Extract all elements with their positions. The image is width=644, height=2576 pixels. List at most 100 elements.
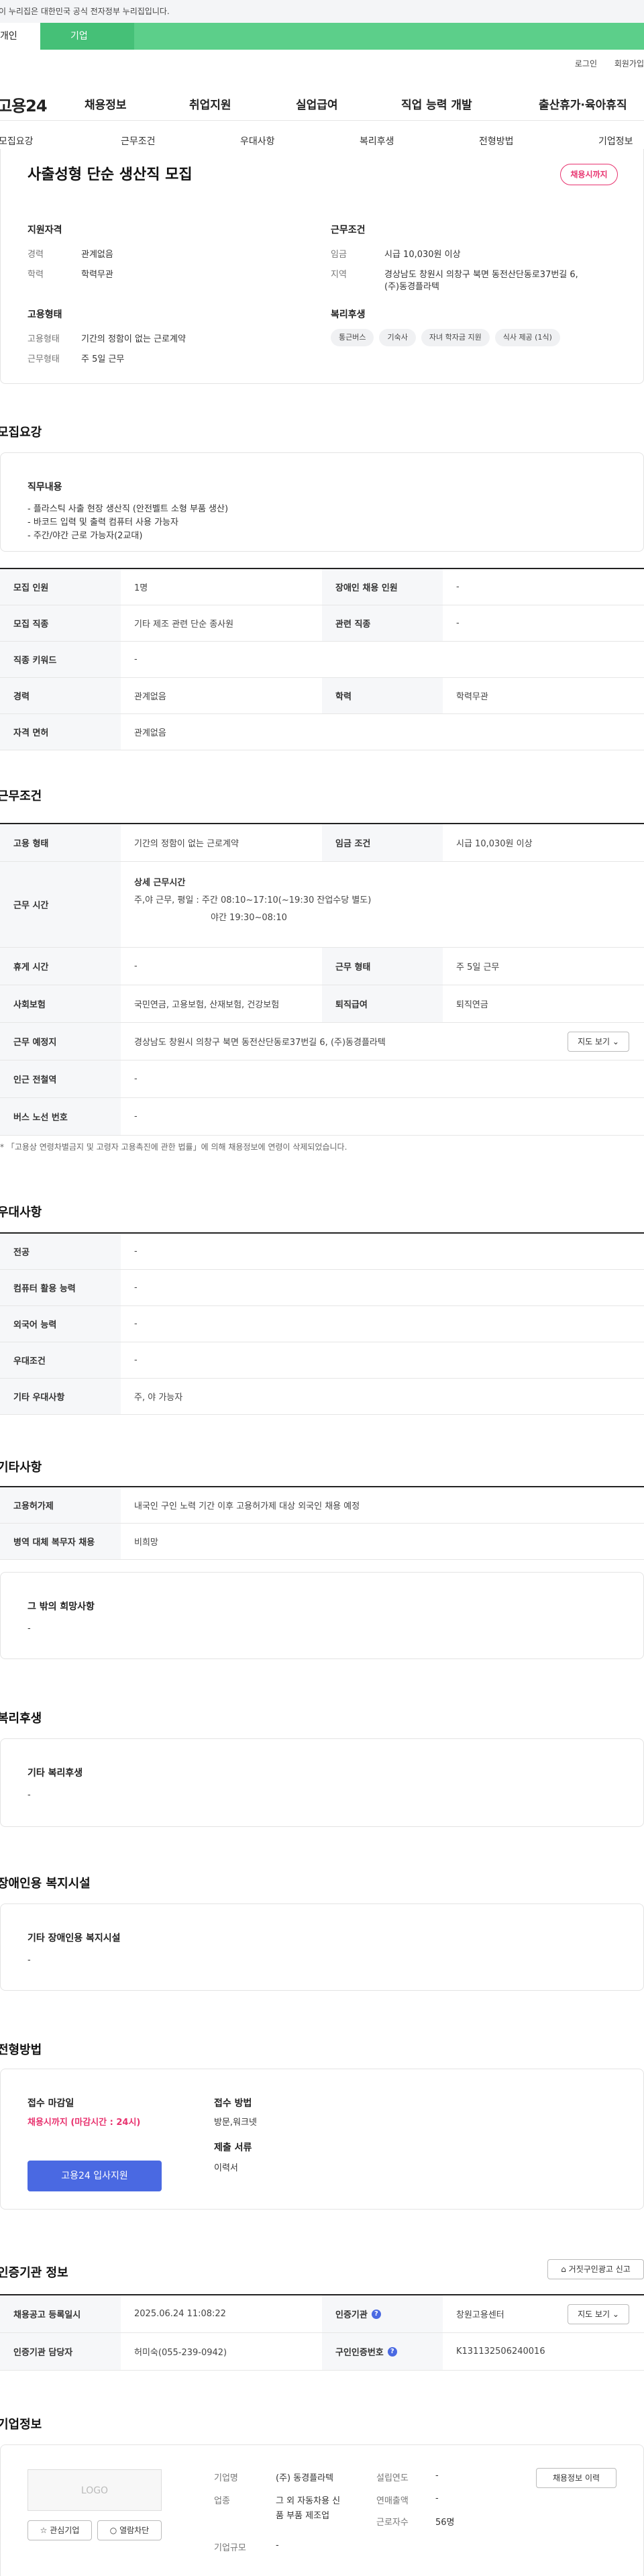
- table-row: 병역 대체 복무자 채용 비희망: [0, 1524, 644, 1560]
- apply-button[interactable]: 고용24 입사지원: [28, 2161, 162, 2191]
- company-logo: LOGO: [28, 2469, 162, 2511]
- deadline-heading: 접수 마감일: [28, 2098, 74, 2109]
- other-wishes-value: -: [28, 1624, 31, 1634]
- gnb-employment-support[interactable]: 취업지원: [189, 95, 231, 112]
- table-row: 모집 직종 기타 제조 관련 단순 종사원 관련 직종 -: [0, 605, 644, 642]
- employee-count: 56명: [435, 2518, 455, 2528]
- tab-company[interactable]: 기업: [40, 23, 134, 50]
- favorite-label: 관심기업: [50, 2526, 80, 2535]
- conditions-heading: 근무조건: [331, 225, 366, 236]
- signup-link[interactable]: 회원가입: [614, 59, 644, 68]
- cell-value: 관계없음: [134, 728, 166, 738]
- welfare-box-value: -: [28, 1790, 31, 1800]
- login-link[interactable]: 로그인: [575, 59, 597, 68]
- gov-notice-text: 이 누리집은 대한민국 공식 전자정부 누리집입니다.: [0, 7, 170, 16]
- cell-value: -: [134, 1283, 138, 1293]
- cell-value: 학력무관: [456, 692, 488, 702]
- cell-label: 버스 노선 번호: [0, 1098, 121, 1135]
- cell-value: -: [134, 1246, 138, 1256]
- gnb-vocational-training[interactable]: 직업 능력 개발: [401, 95, 472, 112]
- cell-value: -: [134, 1355, 138, 1365]
- cond-label: 임금: [331, 250, 347, 260]
- block-view-button[interactable]: ○ 열람차단: [97, 2520, 162, 2540]
- report-false-ad-button[interactable]: ⌂ 거짓구인광고 신고: [547, 2259, 644, 2279]
- block-label: 열람차단: [119, 2526, 150, 2535]
- table-row: 경력 관계없음 학력 학력무관: [0, 678, 644, 714]
- welfare-box: 기타 복리후생 -: [0, 1738, 644, 1827]
- docs-heading: 제출 서류: [214, 2142, 252, 2153]
- gov-notice-bar: 이 누리집은 대한민국 공식 전자정부 누리집입니다.: [0, 0, 644, 23]
- cell-label: 고용허가제: [0, 1487, 121, 1523]
- info-label: 기업명: [214, 2473, 238, 2483]
- map-button[interactable]: 지도 보기 ⌄: [568, 2304, 629, 2324]
- table-row: 버스 노선 번호 -: [0, 1098, 644, 1136]
- subnav-process[interactable]: 전형방법: [479, 134, 514, 148]
- help-icon[interactable]: ?: [387, 2346, 397, 2357]
- gnb-unemployment-benefit[interactable]: 실업급여: [296, 95, 338, 112]
- table-row: 외국어 능력 -: [0, 1306, 644, 1342]
- disabled-facility-heading: 기타 장애인용 복지시설: [28, 1933, 121, 1944]
- duty-heading: 직무내용: [28, 482, 62, 493]
- cell-value: 주, 야 가능자: [134, 1393, 183, 1403]
- emp-label: 근무형태: [28, 354, 60, 364]
- other-wishes-box: 그 밖의 희망사항 -: [0, 1572, 644, 1659]
- subnav-recruit[interactable]: 모집요강: [0, 134, 34, 148]
- other-wishes-heading: 그 밖의 희망사항: [28, 1601, 95, 1612]
- site-logo[interactable]: 고용24: [0, 93, 48, 116]
- welfare-chips: 통근버스 기숙사 자녀 학자금 지원 식사 제공 (1식): [331, 329, 566, 346]
- duty-line: - 플라스틱 사출 현장 생산직 (안전벨트 소형 부품 생산): [28, 504, 229, 514]
- chevron-down-icon: ⌄: [612, 1037, 619, 1046]
- subnav-work-conditions[interactable]: 근무조건: [121, 134, 156, 148]
- method-heading: 접수 방법: [214, 2098, 252, 2109]
- cell-value: 국민연금, 고용보험, 산재보험, 건강보험: [134, 1000, 280, 1010]
- cell-label: 인증기관?: [322, 2295, 443, 2332]
- subnav-company[interactable]: 기업정보: [598, 134, 633, 148]
- welfare-section-title: 복리후생: [0, 1712, 42, 1726]
- chevron-down-icon: ⌄: [612, 2310, 619, 2319]
- table-row: 모집 인원 1명 장애인 채용 인원 -: [0, 569, 644, 605]
- cell-label: 채용공고 등록일시: [0, 2295, 121, 2332]
- deadline-value: 채용시까지 (마감시간 : 24시): [28, 2118, 141, 2128]
- subnav-preferences[interactable]: 우대사항: [240, 134, 275, 148]
- method-value: 방문,워크넷: [214, 2118, 257, 2128]
- qual-label: 경력: [28, 250, 44, 260]
- cell-label: 구인인증번호?: [322, 2333, 443, 2370]
- disabled-facility-section-title: 장애인용 복지시설: [0, 1877, 91, 1891]
- table-row: 근무 예정지 경상남도 창원시 의창구 북면 동전산단동로37번길 6, (주)…: [0, 1023, 644, 1060]
- table-row: 근무 시간 상세 근무시간 주,야 근무, 평일 : 주간 08:10~17:1…: [0, 862, 644, 948]
- welfare-chip: 기숙사: [379, 329, 416, 346]
- help-icon[interactable]: ?: [371, 2309, 381, 2319]
- hours-line: 주,야 근무, 평일 : 주간 08:10~17:10(~19:30 잔업수당 …: [134, 895, 372, 905]
- table-row: 기타 우대사항 주, 야 가능자: [0, 1379, 644, 1415]
- table-row: 우대조건 -: [0, 1342, 644, 1379]
- cell-label: 장애인 채용 인원: [322, 569, 443, 605]
- sales-value: -: [435, 2493, 439, 2504]
- cell-value: -: [456, 618, 460, 628]
- table-row: 인근 전철역 -: [0, 1060, 644, 1098]
- gnb-jobs[interactable]: 채용정보: [85, 95, 127, 112]
- cell-value: 주 5일 근무: [456, 962, 500, 973]
- duty-box: 직무내용 - 플라스틱 사출 현장 생산직 (안전벨트 소형 부품 생산) - …: [0, 452, 644, 552]
- circle-icon: ○: [109, 2526, 117, 2535]
- gnb-parental-leave[interactable]: 출산휴가·육아휴직: [539, 95, 627, 112]
- qualification-heading: 지원자격: [28, 225, 62, 236]
- recruit-history-button[interactable]: 채용정보 이력: [536, 2468, 616, 2488]
- subnav-welfare[interactable]: 복리후생: [360, 134, 394, 148]
- cell-label: 학력: [322, 678, 443, 713]
- favorite-company-button[interactable]: ☆ 관심기업: [28, 2520, 92, 2540]
- cell-label: 기타 우대사항: [0, 1379, 121, 1414]
- cell-value: -: [456, 582, 460, 592]
- certification-table: 채용공고 등록일시 2025.06.24 11:08:22 인증기관? 창원고용…: [0, 2294, 644, 2371]
- cell-value: -: [134, 1074, 138, 1084]
- tab-individual[interactable]: 개인: [0, 23, 40, 50]
- cond-label: 지역: [331, 270, 347, 280]
- etc-table: 고용허가제 내국인 구인 노력 기간 이후 고용허가제 대상 외국인 채용 예정 …: [0, 1486, 644, 1560]
- established-value: -: [435, 2471, 439, 2481]
- docs-value: 이력서: [214, 2163, 238, 2173]
- cell-label: 퇴직급여: [322, 985, 443, 1022]
- table-row: 고용 형태 기간의 정함이 없는 근로계약 임금 조건 시급 10,030원 이…: [0, 824, 644, 862]
- cell-label: 모집 인원: [0, 569, 121, 605]
- company-box: LOGO ☆ 관심기업 ○ 열람차단 기업명 (주) 동경플라텍 업종 그 외 …: [0, 2444, 644, 2576]
- cell-label: 우대조건: [0, 1342, 121, 1378]
- map-button[interactable]: 지도 보기 ⌄: [568, 1032, 629, 1052]
